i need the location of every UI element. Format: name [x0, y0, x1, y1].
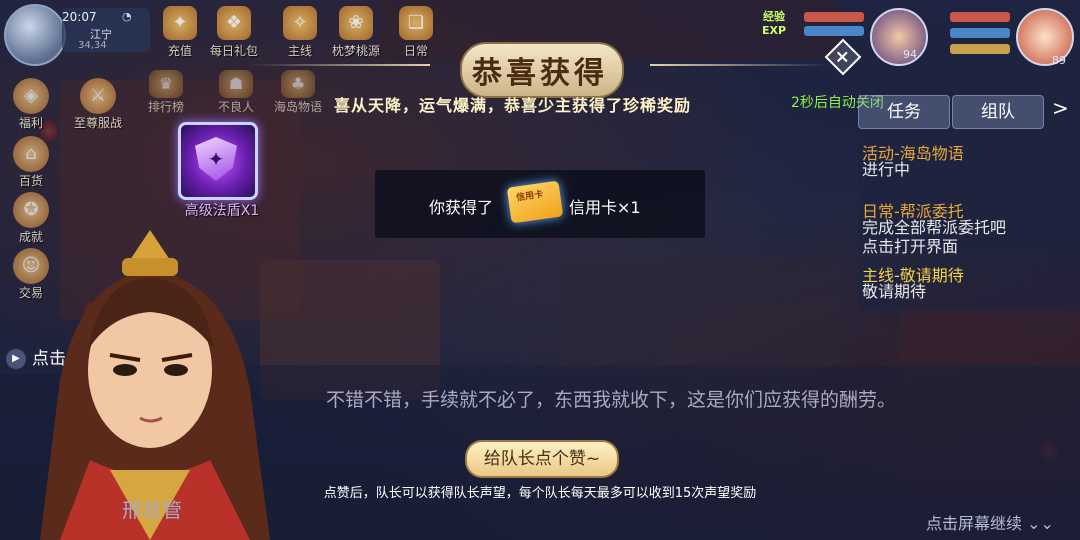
banner-right-ornament	[650, 64, 830, 66]
member2-mp-bar	[950, 28, 1010, 38]
close-popup-button[interactable]: ×	[824, 38, 862, 76]
exp-boost-icon[interactable]: 经验 EXP	[756, 10, 792, 44]
obtained-prefix: 你获得了	[429, 198, 494, 217]
wifi-icon: ◔	[122, 10, 132, 23]
shop-icon: ⌂	[13, 136, 49, 172]
obtained-notice: 你获得了 信用卡 信用卡×1	[375, 170, 705, 238]
reward-banner: 恭喜获得	[250, 42, 830, 98]
panel-collapse-arrow-icon[interactable]: >	[1052, 96, 1069, 120]
banner-left-ornament	[250, 64, 430, 66]
status-bar: 20:07 ◔ 江宁 34,34	[62, 8, 150, 52]
tab-tasks[interactable]: 任务	[858, 95, 950, 129]
buliangren-button[interactable]: ☗ 不良人	[208, 70, 264, 115]
daily-gift-button[interactable]: ❖ 每日礼包	[210, 6, 258, 59]
clock: 20:07	[62, 10, 97, 24]
gift-icon: ❖	[217, 6, 251, 40]
shop-button[interactable]: ⌂ 百货	[6, 136, 56, 189]
dialogue-text: 不错不错，手续就不必了，东西我就收下，这是你们应获得的酬劳。	[326, 389, 897, 411]
welfare-button[interactable]: ◈ 福利	[6, 78, 56, 131]
credit-card-icon: 信用卡	[506, 180, 564, 224]
supreme-server-battle-button[interactable]: ⚔ 至尊服战	[64, 78, 132, 131]
reward-item-label: 高级法盾X1	[184, 203, 260, 219]
trophy-icon: ♛	[149, 70, 183, 98]
party-member-1-level: 94	[903, 48, 917, 61]
quest-item[interactable]: 活动-海岛物语 进行中	[858, 136, 1080, 194]
banner-icon: ✧	[283, 6, 317, 40]
quest-item[interactable]: 日常-帮派委托 完成全部帮派委托吧 点击打开界面	[858, 194, 1080, 256]
obtained-item-text: 信用卡×1	[569, 198, 641, 217]
member2-hp-bar	[950, 12, 1010, 22]
recharge-button[interactable]: ✦ 充值	[156, 6, 204, 59]
mask-icon: ☗	[219, 70, 253, 98]
like-leader-button[interactable]: 给队长点个赞~	[465, 440, 619, 478]
member1-hp-bar	[804, 12, 864, 22]
magic-shield-icon: ✦	[195, 137, 237, 181]
reward-subtitle: 喜从天降，运气爆满，恭喜少主获得了珍稀奖励	[334, 96, 692, 115]
main-quest-button[interactable]: ✧ 主线	[276, 6, 324, 59]
party-member-1-avatar[interactable]	[870, 8, 928, 66]
treasure-icon: ✦	[163, 6, 197, 40]
calendar-icon: ❏	[399, 6, 433, 40]
reward-item-slot[interactable]: ✦	[178, 122, 258, 200]
peach-garden-button[interactable]: ❀ 枕梦桃源	[332, 6, 380, 59]
quest-item[interactable]: 主线-敬请期待 敬请期待	[858, 258, 1080, 310]
reward-title: 恭喜获得	[472, 56, 608, 91]
member2-energy-bar	[950, 44, 1010, 54]
close-icon: ×	[835, 46, 851, 68]
tab-team[interactable]: 组队	[952, 95, 1044, 129]
tap-to-continue-hint[interactable]: 点击屏幕继续 ⌄⌄	[926, 510, 1054, 534]
peach-icon: ❀	[339, 6, 373, 40]
palm-tree-icon: ♣	[281, 70, 315, 98]
player-avatar[interactable]	[4, 4, 66, 66]
island-story-button[interactable]: ♣ 海岛物语	[270, 70, 326, 115]
map-coordinates: 34,34	[78, 40, 107, 51]
coin-icon: ◈	[13, 78, 49, 114]
party-member-2-level: 89	[1052, 54, 1066, 67]
member1-mp-bar	[804, 26, 864, 36]
warrior-icon: ⚔	[80, 78, 116, 114]
leaderboard-button[interactable]: ♛ 排行榜	[138, 70, 194, 115]
speaker-name: 邢总管	[122, 498, 182, 522]
